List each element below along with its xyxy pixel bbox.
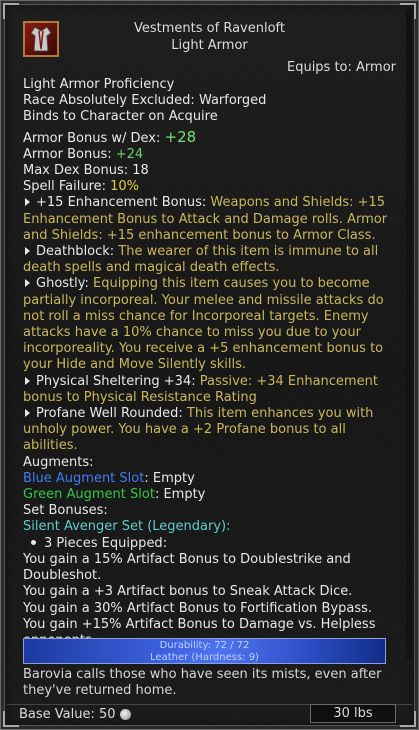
green-augment-slot-value: : Empty xyxy=(154,487,206,503)
set-bonus-line: You gain a 30% Artifact Bonus to Fortifi… xyxy=(23,600,373,616)
bullet-triangle-icon xyxy=(25,198,30,207)
spell-failure-row: Spell Failure: 10% xyxy=(23,179,398,195)
armor-bonus-dex-value: +28 xyxy=(164,127,197,146)
scrollbar-track[interactable] xyxy=(406,9,412,659)
blue-augment-slot-row[interactable]: Blue Augment Slot: Empty xyxy=(23,471,398,487)
bullet-dot-icon xyxy=(31,539,36,545)
green-augment-slot-row[interactable]: Green Augment Slot: Empty xyxy=(23,487,398,503)
max-dex-row: Max Dex Bonus: 18 xyxy=(23,163,398,179)
item-name: Vestments of Ravenloft xyxy=(134,21,285,36)
armor-bonus-dex-label: Armor Bonus w/ Dex: xyxy=(23,130,165,146)
frame-corner-top-left xyxy=(3,3,19,19)
spell-failure-value: 10% xyxy=(110,179,140,195)
bullet-triangle-icon xyxy=(25,409,30,418)
bullet-triangle-icon xyxy=(25,247,30,256)
effect-profane-well-rounded[interactable]: Profane Well Rounded: This item enhances… xyxy=(23,406,398,455)
effect-ghostly[interactable]: Ghostly: Equipping this item causes you … xyxy=(23,276,398,373)
armor-bonus-dex-row: Armor Bonus w/ Dex: +28 xyxy=(23,129,398,147)
effect-deathblock[interactable]: Deathblock: The wearer of this item is i… xyxy=(23,244,398,276)
item-type: Light Armor xyxy=(171,38,248,53)
set-pieces-label: 3 Pieces Equipped: xyxy=(44,535,168,551)
set-pieces-row: 3 Pieces Equipped: xyxy=(23,536,398,552)
spell-failure-label: Spell Failure: xyxy=(23,179,111,195)
armor-bonus-label: Armor Bonus: xyxy=(23,146,116,162)
requirement-line: Binds to Character on Acquire xyxy=(23,109,218,125)
durability-text: Durability: 72 / 72 xyxy=(159,640,250,651)
base-value: Base Value: 50 xyxy=(19,707,131,723)
max-dex-value: 18 xyxy=(132,163,149,179)
bullet-triangle-icon xyxy=(25,279,30,288)
max-dex-label: Max Dex Bonus: xyxy=(23,163,133,179)
armor-bonus-value: +24 xyxy=(115,146,144,162)
durability-bar: Durability: 72 / 72 Leather (Hardness: 9… xyxy=(23,638,386,664)
requirement-line: Race Absolutely Excluded: Warforged xyxy=(23,93,267,109)
blue-augment-slot-label: Blue Augment Slot xyxy=(23,470,145,486)
effect-name: Profane Well Rounded: xyxy=(36,406,183,422)
effect-name: Deathblock: xyxy=(36,244,115,260)
bullet-triangle-icon xyxy=(25,376,30,385)
effect-name: Physical Sheltering +34: xyxy=(36,373,196,389)
set-bonus-line: You gain a +3 Artifact bonus to Sneak At… xyxy=(23,584,353,600)
material-hardness-text: Leather (Hardness: 9) xyxy=(150,652,259,663)
green-augment-slot-label: Green Augment Slot xyxy=(23,487,155,503)
augments-header: Augments: xyxy=(23,454,94,470)
effect-name: +15 Enhancement Bonus: xyxy=(36,195,207,211)
armor-bonus-row: Armor Bonus: +24 xyxy=(23,147,398,163)
effect-enhancement[interactable]: +15 Enhancement Bonus: Weapons and Shiel… xyxy=(23,195,398,244)
item-tooltip: Vestments of Ravenloft Light Armor Equip… xyxy=(0,0,419,730)
equips-to: Equips to: Armor xyxy=(286,60,396,75)
effect-physical-sheltering[interactable]: Physical Sheltering +34: Passive: +34 En… xyxy=(23,374,398,406)
flavor-text: Barovia calls those who have seen its mi… xyxy=(23,667,382,699)
base-value-text: Base Value: 50 xyxy=(19,706,116,722)
set-name: Silent Avenger Set (Legendary): xyxy=(23,519,231,535)
blue-augment-slot-value: : Empty xyxy=(144,470,195,486)
coin-icon xyxy=(119,708,131,720)
item-details: Light Armor Proficiency Race Absolutely … xyxy=(23,77,398,649)
requirement-line: Light Armor Proficiency xyxy=(23,77,175,92)
set-bonuses-header: Set Bonuses: xyxy=(23,503,108,519)
weight-display: 30 lbs xyxy=(310,704,396,723)
effect-name: Ghostly: xyxy=(36,276,89,292)
set-bonus-line: You gain a 15% Artifact Bonus to Doubles… xyxy=(23,551,351,584)
